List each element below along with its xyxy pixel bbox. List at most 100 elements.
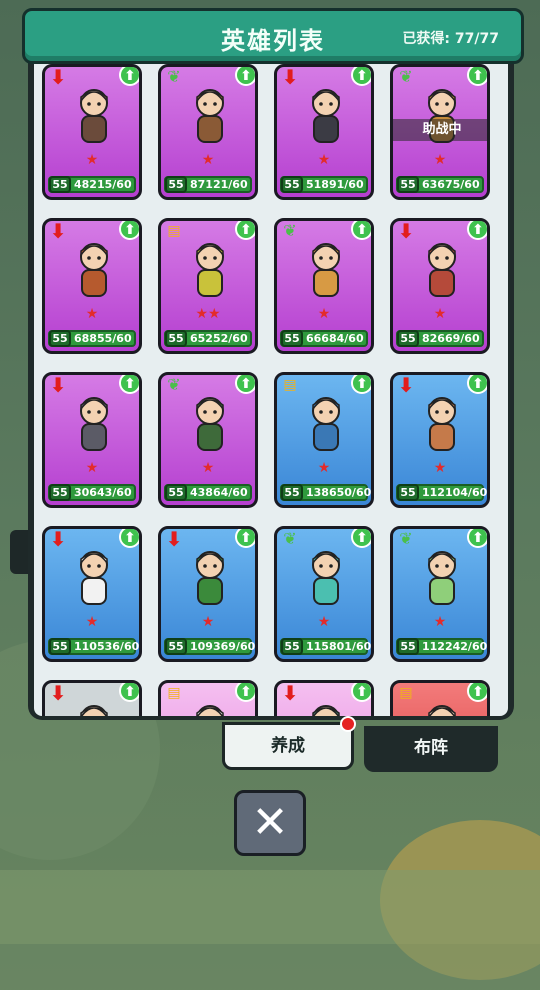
arrow-down-icon: ⬇ (49, 681, 67, 705)
book-icon: ▤ (167, 223, 181, 239)
shard-progress-text: 30643/60 (74, 486, 132, 499)
arrow-up-icon: ⬆ (467, 529, 487, 548)
arrow-down-icon: ⬇ (281, 681, 299, 705)
arrow-up-icon: ⬆ (351, 683, 371, 702)
hero-portrait (417, 393, 467, 457)
arrow-up-icon: ⬆ (351, 67, 371, 86)
book-icon: ▤ (283, 377, 297, 393)
close-button[interactable]: ✕ (234, 790, 306, 856)
hero-card[interactable]: ❦ ⬆ ★ 55 66684/60 (274, 218, 374, 354)
tab-formation[interactable]: 布阵 (364, 726, 498, 772)
arrow-up-icon: ⬆ (235, 221, 255, 240)
leaf-icon: ❦ (167, 375, 181, 394)
shard-progress-text: 65252/60 (190, 332, 248, 345)
hero-level: 55 (281, 638, 303, 655)
book-icon: ▤ (399, 685, 413, 701)
shard-progress-bar: 55 115801/60 (280, 638, 372, 655)
arrow-up-icon: ⬆ (235, 67, 255, 86)
assisting-label: 助战中 (393, 119, 487, 141)
leaf-icon: ❦ (167, 67, 181, 86)
arrow-up-icon: ⬆ (235, 683, 255, 702)
hero-portrait (69, 547, 119, 611)
hero-card[interactable]: ⬇ ⬆ ★ 55 109369/60 (158, 526, 258, 662)
hero-portrait (185, 239, 235, 303)
shard-progress-text: 115801/60 (306, 640, 372, 653)
shard-progress-bar: 55 112242/60 (396, 638, 488, 655)
hero-grid-area[interactable]: ⬇ ⬆ ★ 55 48215/60 ❦ ⬆ ★ 55 87121/60 ⬇ ⬆ ★ 55 51891/60 ❦… (34, 56, 508, 716)
arrow-up-icon: ⬆ (351, 375, 371, 394)
star-rating: ★ (317, 460, 331, 476)
hero-card[interactable]: ⬇ ⬆ ★ 55 30643/60 (42, 372, 142, 508)
hero-card[interactable]: ❦ ⬆ ★ 55 112242/60 (390, 526, 490, 662)
arrow-up-icon: ⬆ (467, 67, 487, 86)
hero-card[interactable]: ▤ ⬆ (158, 680, 258, 716)
star-rating: ★ (85, 460, 99, 476)
arrow-down-icon: ⬇ (165, 527, 183, 551)
hero-level: 55 (397, 638, 419, 655)
arrow-up-icon: ⬆ (467, 683, 487, 702)
hero-card[interactable]: ⬇ ⬆ (274, 680, 374, 716)
arrow-up-icon: ⬆ (351, 529, 371, 548)
hero-portrait (301, 547, 351, 611)
shard-progress-bar: 55 68855/60 (48, 330, 136, 347)
hero-portrait (301, 239, 351, 303)
star-rating: ★ (201, 152, 215, 168)
shard-progress-text: 138650/60 (306, 486, 372, 499)
star-rating: ★ (85, 152, 99, 168)
hero-card[interactable]: ⬇ ⬆ ★ 55 48215/60 (42, 64, 142, 200)
arrow-down-icon: ⬇ (397, 219, 415, 243)
arrow-up-icon: ⬆ (119, 375, 139, 394)
star-rating: ★ (85, 306, 99, 322)
hero-portrait (417, 547, 467, 611)
hero-card[interactable]: ❦ ⬆ ★ 55 43864/60 (158, 372, 258, 508)
arrow-up-icon: ⬆ (467, 221, 487, 240)
star-rating: ★ (317, 152, 331, 168)
hero-card[interactable]: ⬇ ⬆ ★ 55 112104/60 (390, 372, 490, 508)
hero-level: 55 (397, 484, 419, 501)
shard-progress-text: 112242/60 (422, 640, 488, 653)
star-rating: ★ (317, 614, 331, 630)
hero-level: 55 (165, 176, 187, 193)
hero-card[interactable]: ❦ ⬆ ★ 55 87121/60 (158, 64, 258, 200)
hero-card[interactable]: ❦ ⬆ ★ 55 115801/60 (274, 526, 374, 662)
hero-card[interactable]: ⬇ ⬆ ★ 55 110536/60 (42, 526, 142, 662)
hero-card[interactable]: ▤ ⬆ ★ 55 138650/60 (274, 372, 374, 508)
hero-card[interactable]: ▤ ⬆ ★★ 55 65252/60 (158, 218, 258, 354)
hero-card[interactable]: ▤ ⬆ (390, 680, 490, 716)
hero-level: 55 (281, 330, 303, 347)
shard-progress-text: 43864/60 (190, 486, 248, 499)
owned-count: 已获得: 77/77 (402, 31, 499, 47)
arrow-up-icon: ⬆ (119, 683, 139, 702)
shard-progress-bar: 55 30643/60 (48, 484, 136, 501)
shard-progress-text: 87121/60 (190, 178, 248, 191)
hero-card[interactable]: ⬇ ⬆ ★ 55 51891/60 (274, 64, 374, 200)
shard-progress-bar: 55 138650/60 (280, 484, 372, 501)
hero-level: 55 (165, 638, 187, 655)
hero-level: 55 (397, 176, 419, 193)
hero-level: 55 (281, 484, 303, 501)
arrow-down-icon: ⬇ (49, 219, 67, 243)
shard-progress-text: 110536/60 (74, 640, 140, 653)
hero-portrait (69, 393, 119, 457)
arrow-down-icon: ⬇ (49, 65, 67, 89)
hero-card[interactable]: ⬇ ⬆ ★ 55 68855/60 (42, 218, 142, 354)
hero-portrait (185, 547, 235, 611)
shard-progress-bar: 55 110536/60 (48, 638, 140, 655)
hero-card[interactable]: ⬇ ⬆ ★ 55 82669/60 (390, 218, 490, 354)
hero-card[interactable]: ⬇ ⬆ (42, 680, 142, 716)
hero-portrait (301, 393, 351, 457)
arrow-up-icon: ⬆ (119, 221, 139, 240)
tab-train[interactable]: 养成 (222, 722, 354, 770)
hero-portrait (185, 393, 235, 457)
hero-portrait (69, 239, 119, 303)
shard-progress-bar: 55 66684/60 (280, 330, 368, 347)
shard-progress-bar: 55 112104/60 (396, 484, 487, 501)
hero-level: 55 (165, 330, 187, 347)
shard-progress-bar: 55 109369/60 (164, 638, 255, 655)
hero-card[interactable]: ❦ ⬆ ★ 助战中 55 63675/60 (390, 64, 490, 200)
hero-level: 55 (49, 330, 71, 347)
hero-portrait (417, 701, 467, 716)
leaf-icon: ❦ (283, 221, 297, 240)
shard-progress-bar: 55 51891/60 (280, 176, 368, 193)
shard-progress-bar: 55 48215/60 (48, 176, 136, 193)
